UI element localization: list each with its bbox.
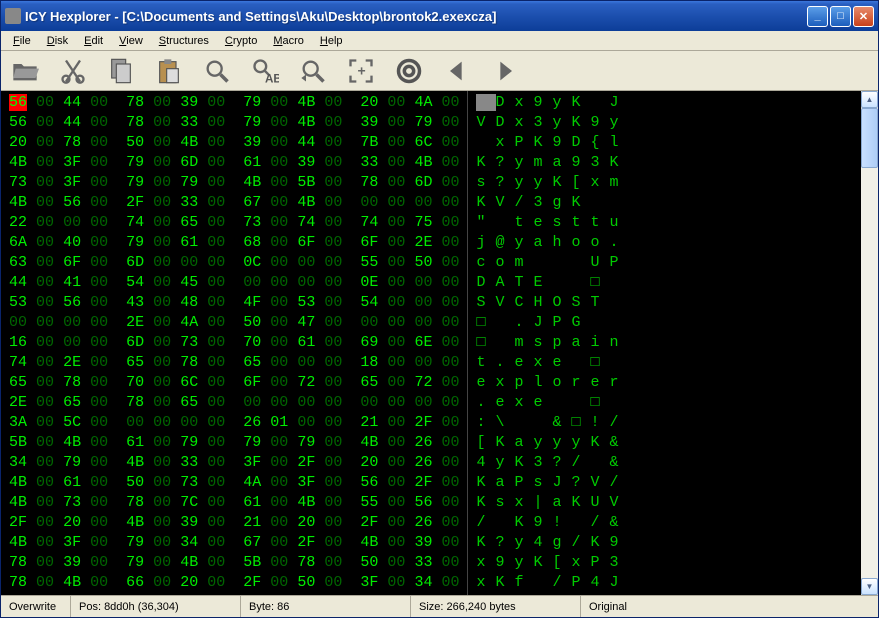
menu-edit[interactable]: Edit [76, 33, 111, 49]
menu-view[interactable]: View [111, 33, 151, 49]
menu-file[interactable]: File [5, 33, 39, 49]
minimize-button[interactable]: _ [807, 6, 828, 27]
find-button[interactable] [201, 55, 233, 87]
menu-crypto[interactable]: Crypto [217, 33, 265, 49]
menu-structures[interactable]: Structures [151, 33, 217, 49]
goto-button[interactable] [393, 55, 425, 87]
cut-button[interactable] [57, 55, 89, 87]
menu-disk[interactable]: Disk [39, 33, 76, 49]
scroll-up-button[interactable]: ▲ [861, 91, 878, 108]
svg-text:+: + [358, 62, 366, 78]
next-button[interactable] [489, 55, 521, 87]
find-text-button[interactable]: AB [249, 55, 281, 87]
open-button[interactable] [9, 55, 41, 87]
window-title: ICY Hexplorer - [C:\Documents and Settin… [25, 9, 807, 24]
toolbar: AB + [1, 51, 878, 91]
titlebar: ICY Hexplorer - [C:\Documents and Settin… [1, 1, 878, 31]
fullscreen-button[interactable]: + [345, 55, 377, 87]
status-size: Size: 266,240 bytes [411, 596, 581, 617]
vertical-scrollbar[interactable]: ▲ ▼ [861, 91, 878, 595]
menu-macro[interactable]: Macro [265, 33, 312, 49]
ascii-pane[interactable]: Dx9yK J VDx3yK9y xPK9D{l K?yma93K s?yyK[… [467, 91, 636, 595]
status-original: Original [581, 596, 878, 617]
hex-pane[interactable]: 56 00 44 00 78 00 39 00 79 00 4B 00 20 0… [1, 91, 467, 595]
status-byte: Byte: 86 [241, 596, 411, 617]
prev-button[interactable] [441, 55, 473, 87]
menubar: File Disk Edit View Structures Crypto Ma… [1, 31, 878, 51]
maximize-button[interactable]: □ [830, 6, 851, 27]
find-again-button[interactable] [297, 55, 329, 87]
scroll-down-button[interactable]: ▼ [861, 578, 878, 595]
svg-text:AB: AB [265, 72, 279, 84]
close-button[interactable]: ✕ [853, 6, 874, 27]
copy-button[interactable] [105, 55, 137, 87]
scroll-track[interactable] [861, 108, 878, 578]
empty-area [637, 91, 861, 595]
status-pos: Pos: 8dd0h (36,304) [71, 596, 241, 617]
status-mode: Overwrite [1, 596, 71, 617]
scroll-thumb[interactable] [861, 108, 878, 168]
app-icon [5, 8, 21, 24]
paste-button[interactable] [153, 55, 185, 87]
menu-help[interactable]: Help [312, 33, 351, 49]
content-area: 56 00 44 00 78 00 39 00 79 00 4B 00 20 0… [1, 91, 878, 595]
statusbar: Overwrite Pos: 8dd0h (36,304) Byte: 86 S… [1, 595, 878, 617]
